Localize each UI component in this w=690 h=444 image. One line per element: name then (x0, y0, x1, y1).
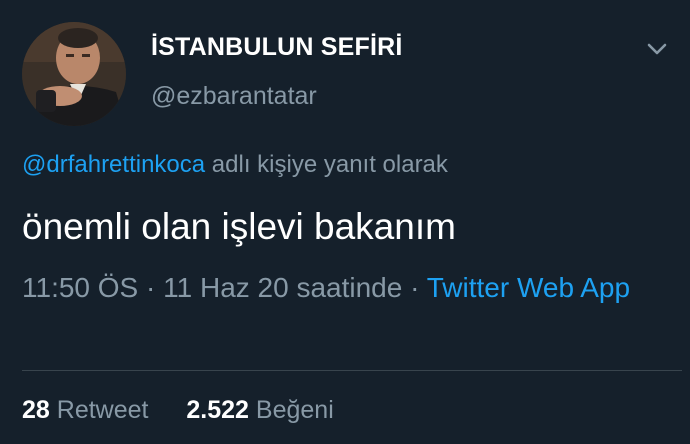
reply-context: @drfahrettinkoca adlı kişiye yanıt olara… (22, 151, 448, 179)
tweet-date[interactable]: 11 Haz 20 saatinde (163, 272, 402, 303)
meta-separator: · (410, 272, 420, 303)
reply-suffix-text: adlı kişiye yanıt olarak (211, 151, 448, 178)
user-handle[interactable]: @ezbarantatar (151, 82, 317, 111)
like-count: 2.522 (186, 396, 249, 424)
chevron-down-icon[interactable] (644, 36, 670, 62)
divider (22, 370, 682, 371)
avatar[interactable] (22, 22, 126, 126)
tweet-source-link[interactable]: Twitter Web App (427, 272, 630, 303)
meta-separator: · (146, 272, 156, 303)
tweet-time[interactable]: 11:50 ÖS (22, 272, 138, 303)
like-label: Beğeni (255, 396, 334, 424)
display-name[interactable]: İSTANBULUN SEFİRİ (151, 33, 403, 62)
tweet-text: önemli olan işlevi bakanım (22, 206, 456, 247)
reply-mention-link[interactable]: @drfahrettinkoca (22, 151, 205, 178)
like-stat[interactable]: 2.522 Beğeni (179, 396, 333, 424)
tweet-stats: 28 Retweet 2.522 Beğeni (22, 396, 334, 425)
retweet-label: Retweet (56, 396, 149, 424)
tweet-meta: 11:50 ÖS · 11 Haz 20 saatinde · Twitter … (22, 268, 662, 308)
retweet-stat[interactable]: 28 Retweet (22, 396, 155, 424)
avatar-photo (22, 22, 126, 126)
retweet-count: 28 (22, 396, 50, 424)
